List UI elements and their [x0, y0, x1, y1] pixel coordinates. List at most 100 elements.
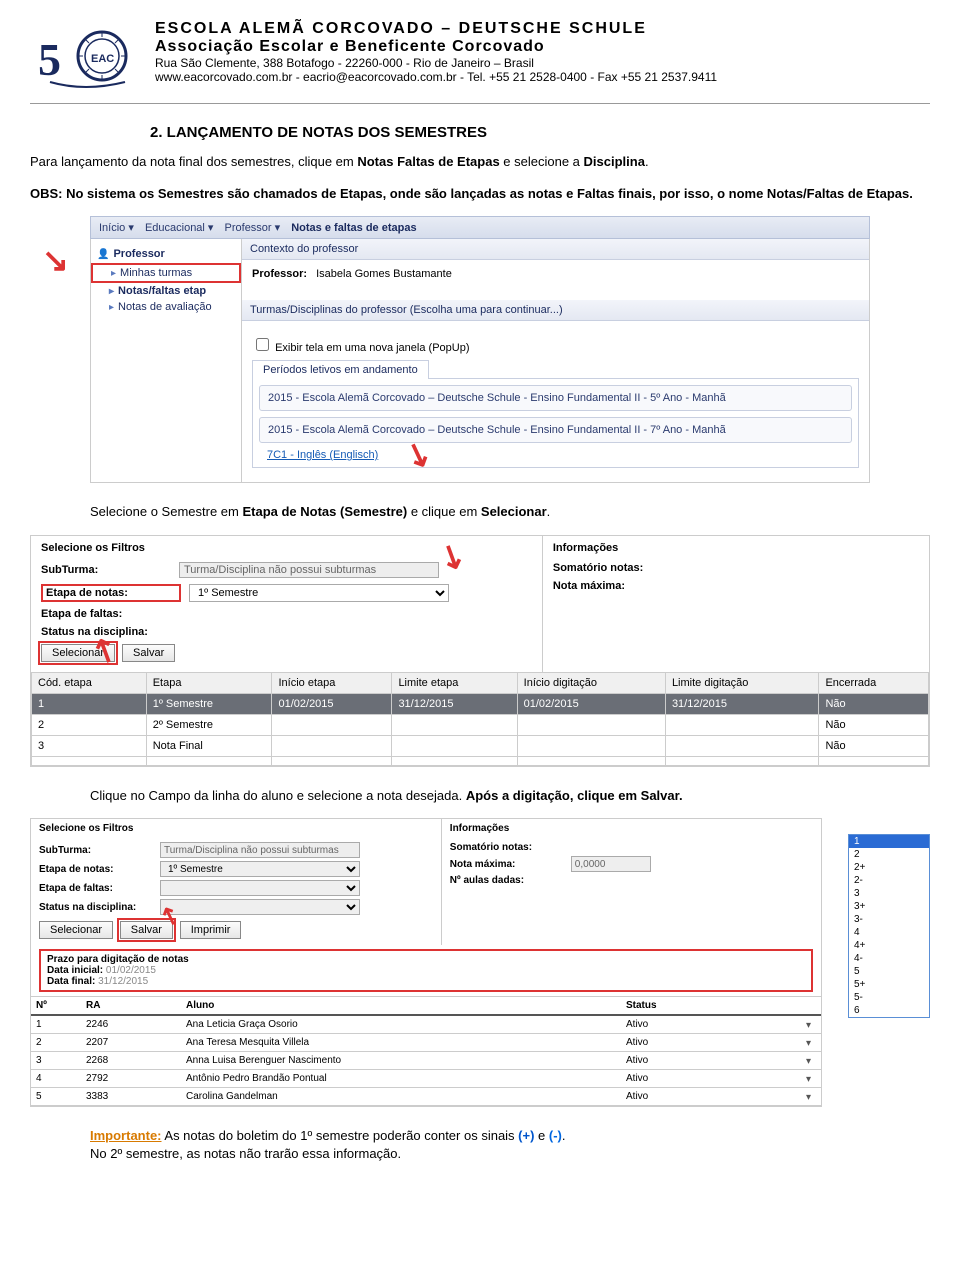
table-row[interactable] — [32, 756, 929, 765]
col-aluno: Aluno — [181, 997, 621, 1016]
nota-option[interactable]: 5+ — [849, 978, 929, 991]
alunos-table: Nº RA Aluno Status 12246Ana Leticia Graç… — [31, 996, 821, 1106]
salvar-button[interactable]: Salvar — [120, 921, 173, 939]
professor-field: Professor: Isabela Gomes Bustamante — [252, 268, 859, 280]
screenshot-professor-turmas: ↘ ↘ Início ▾ Educacional ▾ Professor ▾ N… — [90, 216, 870, 483]
somatorio-label: Somatório notas: — [450, 842, 565, 853]
nota-option[interactable]: 3- — [849, 913, 929, 926]
sidebar-title: 👤 Professor — [91, 245, 241, 263]
turma-disciplina-link[interactable]: 7C1 - Inglês (Englisch) — [267, 449, 844, 461]
nota-option[interactable]: 2 — [849, 848, 929, 861]
table-row: 32268Anna Luisa Berenguer NascimentoAtiv… — [31, 1052, 821, 1070]
imprimir-button[interactable]: Imprimir — [180, 921, 242, 939]
logo-50-years: 5 EAC — [30, 20, 140, 95]
col-cod-etapa: Cód. etapa — [32, 672, 147, 693]
nota-option[interactable]: 2+ — [849, 861, 929, 874]
screenshot-alunos-notas: ↘ ↘ Selecione os Filtros SubTurma: Etapa… — [30, 818, 930, 1107]
nota-option[interactable]: 6 — [849, 1004, 929, 1017]
sidebar: 👤 Professor ▸ Minhas turmas ▸ Notas/falt… — [91, 239, 242, 482]
turma-item[interactable]: 2015 - Escola Alemã Corcovado – Deutsche… — [259, 385, 852, 411]
etapa-faltas-select[interactable] — [160, 880, 360, 896]
info-title: Informações — [450, 823, 813, 834]
crumb-notas-faltas: Notas e faltas de etapas — [291, 222, 416, 234]
obs-paragraph: OBS: No sistema os Semestres são chamado… — [30, 185, 930, 203]
prazo-title: Prazo para digitação de notas — [47, 954, 805, 965]
col-nota — [751, 997, 821, 1016]
turma-item[interactable]: 2015 - Escola Alemã Corcovado – Deutsche… — [259, 417, 852, 443]
n-aulas-label: Nº aulas dadas: — [450, 875, 565, 886]
nota-option[interactable]: 4+ — [849, 939, 929, 952]
subturma-label: SubTurma: — [41, 564, 171, 576]
etapa-faltas-label: Etapa de faltas: — [39, 883, 154, 894]
sidebar-item-notas-avaliacao[interactable]: ▸ Notas de avaliação — [91, 299, 241, 315]
section-title: 2. LANÇAMENTO DE NOTAS DOS SEMESTRES — [150, 124, 930, 141]
nota-option[interactable]: 4- — [849, 952, 929, 965]
tree-icon: ▸ — [109, 302, 114, 313]
crumb-professor[interactable]: Professor ▾ — [225, 222, 281, 234]
nota-cell[interactable]: ▾ — [751, 1052, 821, 1070]
subturma-label: SubTurma: — [39, 845, 154, 856]
etapas-table: Cód. etapa Etapa Início etapa Limite eta… — [31, 672, 929, 766]
dropdown-icon[interactable]: ▾ — [806, 1038, 816, 1048]
dropdown-icon[interactable]: ▾ — [806, 1092, 816, 1102]
screenshot-etapa-table: ↘ ↘ Selecione os Filtros SubTurma: Etapa… — [30, 535, 930, 767]
panel-turmas-header: Turmas/Disciplinas do professor (Escolha… — [242, 300, 869, 321]
dropdown-icon[interactable]: ▾ — [806, 1056, 816, 1066]
nota-option[interactable]: 5 — [849, 965, 929, 978]
dropdown-icon[interactable]: ▾ — [806, 1074, 816, 1084]
nota-option[interactable]: 3+ — [849, 900, 929, 913]
crumb-educacional[interactable]: Educacional ▾ — [145, 222, 214, 234]
filters-title: Selecione os Filtros — [41, 542, 532, 554]
professor-icon: 👤 — [97, 249, 109, 260]
col-etapa: Etapa — [146, 672, 272, 693]
status-select[interactable] — [160, 899, 360, 915]
mid-instruction-1: Selecione o Semestre em Etapa de Notas (… — [90, 503, 930, 521]
filters-group: Selecione os Filtros SubTurma: Etapa de … — [31, 819, 442, 945]
sidebar-item-minhas-turmas[interactable]: ▸ Minhas turmas — [91, 263, 241, 283]
nota-maxima-value — [571, 856, 651, 872]
table-row[interactable]: 3Nota FinalNão — [32, 735, 929, 756]
dropdown-icon[interactable]: ▾ — [806, 1020, 816, 1030]
crumb-inicio[interactable]: Início ▾ — [99, 222, 134, 234]
tree-icon: ▸ — [111, 268, 116, 279]
nota-option[interactable]: 5- — [849, 991, 929, 1004]
etapa-notas-label: Etapa de notas: — [41, 584, 181, 602]
svg-text:5: 5 — [38, 34, 61, 85]
table-row[interactable]: 22º SemestreNão — [32, 714, 929, 735]
col-limite-digitacao: Limite digitação — [665, 672, 819, 693]
etapa-notas-select[interactable]: 1º Semestre — [189, 584, 449, 602]
tab-periodos-letivos[interactable]: Períodos letivos em andamento — [252, 360, 429, 379]
nota-cell[interactable]: ▾ — [751, 1070, 821, 1088]
popup-checkbox-row[interactable]: Exibir tela em uma nova janela (PopUp) — [252, 335, 859, 354]
filters-group: Selecione os Filtros SubTurma: Etapa de … — [31, 536, 543, 672]
nota-option[interactable]: 2- — [849, 874, 929, 887]
contact-info: www.eacorcovado.com.br - eacrio@eacorcov… — [155, 70, 930, 84]
nota-maxima-label: Nota máxima: — [553, 580, 683, 592]
sidebar-item-notas-faltas-etap[interactable]: ▸ Notas/faltas etap — [91, 283, 241, 299]
nota-option[interactable]: 1 — [849, 835, 929, 848]
nota-cell[interactable]: ▾ — [751, 1088, 821, 1106]
nota-cell[interactable]: ▾ — [751, 1015, 821, 1034]
nota-dropdown-list[interactable]: 122+2-33+3-44+4-55+5-6 — [848, 834, 930, 1018]
selecionar-button[interactable]: Selecionar — [41, 644, 115, 662]
prazo-digitacao-box: Prazo para digitação de notas Data inici… — [39, 949, 813, 992]
table-row[interactable]: 11º Semestre01/02/201531/12/201501/02/20… — [32, 693, 929, 714]
status-disciplina-label: Status na disciplina: — [41, 626, 171, 638]
somatorio-label: Somatório notas: — [553, 562, 683, 574]
salvar-button[interactable]: Salvar — [122, 644, 175, 662]
etapa-notas-select[interactable]: 1º Semestre — [160, 861, 360, 877]
popup-checkbox[interactable] — [256, 338, 269, 351]
selecionar-button[interactable]: Selecionar — [39, 921, 113, 939]
etapa-notas-label: Etapa de notas: — [39, 864, 154, 875]
turma-list: 2015 - Escola Alemã Corcovado – Deutsche… — [252, 378, 859, 468]
footer-note: Importante: As notas do boletim do 1º se… — [90, 1127, 930, 1162]
table-row: 22207Ana Teresa Mesquita VillelaAtivo▾ — [31, 1034, 821, 1052]
nota-option[interactable]: 3 — [849, 887, 929, 900]
address: Rua São Clemente, 388 Botafogo - 22260-0… — [155, 56, 930, 70]
nota-cell[interactable]: ▾ — [751, 1034, 821, 1052]
nota-option[interactable]: 4 — [849, 926, 929, 939]
subturma-input — [160, 842, 360, 858]
breadcrumb: Início ▾ Educacional ▾ Professor ▾ Notas… — [90, 216, 870, 239]
col-limite-etapa: Limite etapa — [392, 672, 517, 693]
school-name: ESCOLA ALEMÃ CORCOVADO – DEUTSCHE SCHULE — [155, 20, 930, 38]
